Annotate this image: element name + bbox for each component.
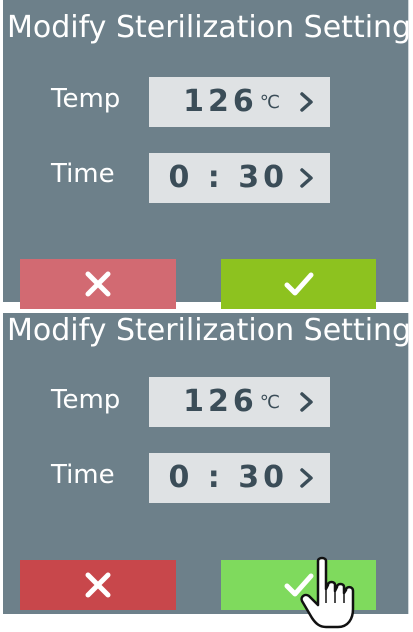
checkmark-icon <box>284 272 313 296</box>
close-icon <box>85 271 111 297</box>
close-icon <box>85 572 111 598</box>
chevron-right-icon <box>300 392 313 412</box>
cancel-button[interactable] <box>20 560 176 610</box>
temp-value: 126 <box>183 384 258 419</box>
time-value: 0 : 30 <box>168 460 288 495</box>
hand-pointer-icon <box>300 556 355 629</box>
confirm-button[interactable] <box>221 259 376 309</box>
screen-title: Modify Sterilization Setting <box>7 313 412 348</box>
temp-unit: ℃ <box>259 91 280 113</box>
chevron-right-icon <box>300 92 313 112</box>
time-value-button[interactable]: 0 : 30 <box>149 453 330 503</box>
temp-unit: ℃ <box>259 391 280 413</box>
cancel-button[interactable] <box>20 259 176 309</box>
time-label: Time <box>51 460 115 490</box>
sterilization-settings-screen-top: Modify Sterilization Setting Temp 126 ℃ … <box>3 0 412 309</box>
temp-label: Temp <box>51 84 121 114</box>
temp-label: Temp <box>51 385 121 415</box>
chevron-right-icon <box>300 168 313 188</box>
temp-value-button[interactable]: 126 ℃ <box>149 77 330 127</box>
time-value: 0 : 30 <box>168 160 288 195</box>
temp-value-button[interactable]: 126 ℃ <box>149 377 330 427</box>
time-value-button[interactable]: 0 : 30 <box>149 153 330 203</box>
temp-value: 126 <box>183 84 258 119</box>
screen-title: Modify Sterilization Setting <box>7 10 412 45</box>
chevron-right-icon <box>300 468 313 488</box>
time-label: Time <box>51 159 115 189</box>
